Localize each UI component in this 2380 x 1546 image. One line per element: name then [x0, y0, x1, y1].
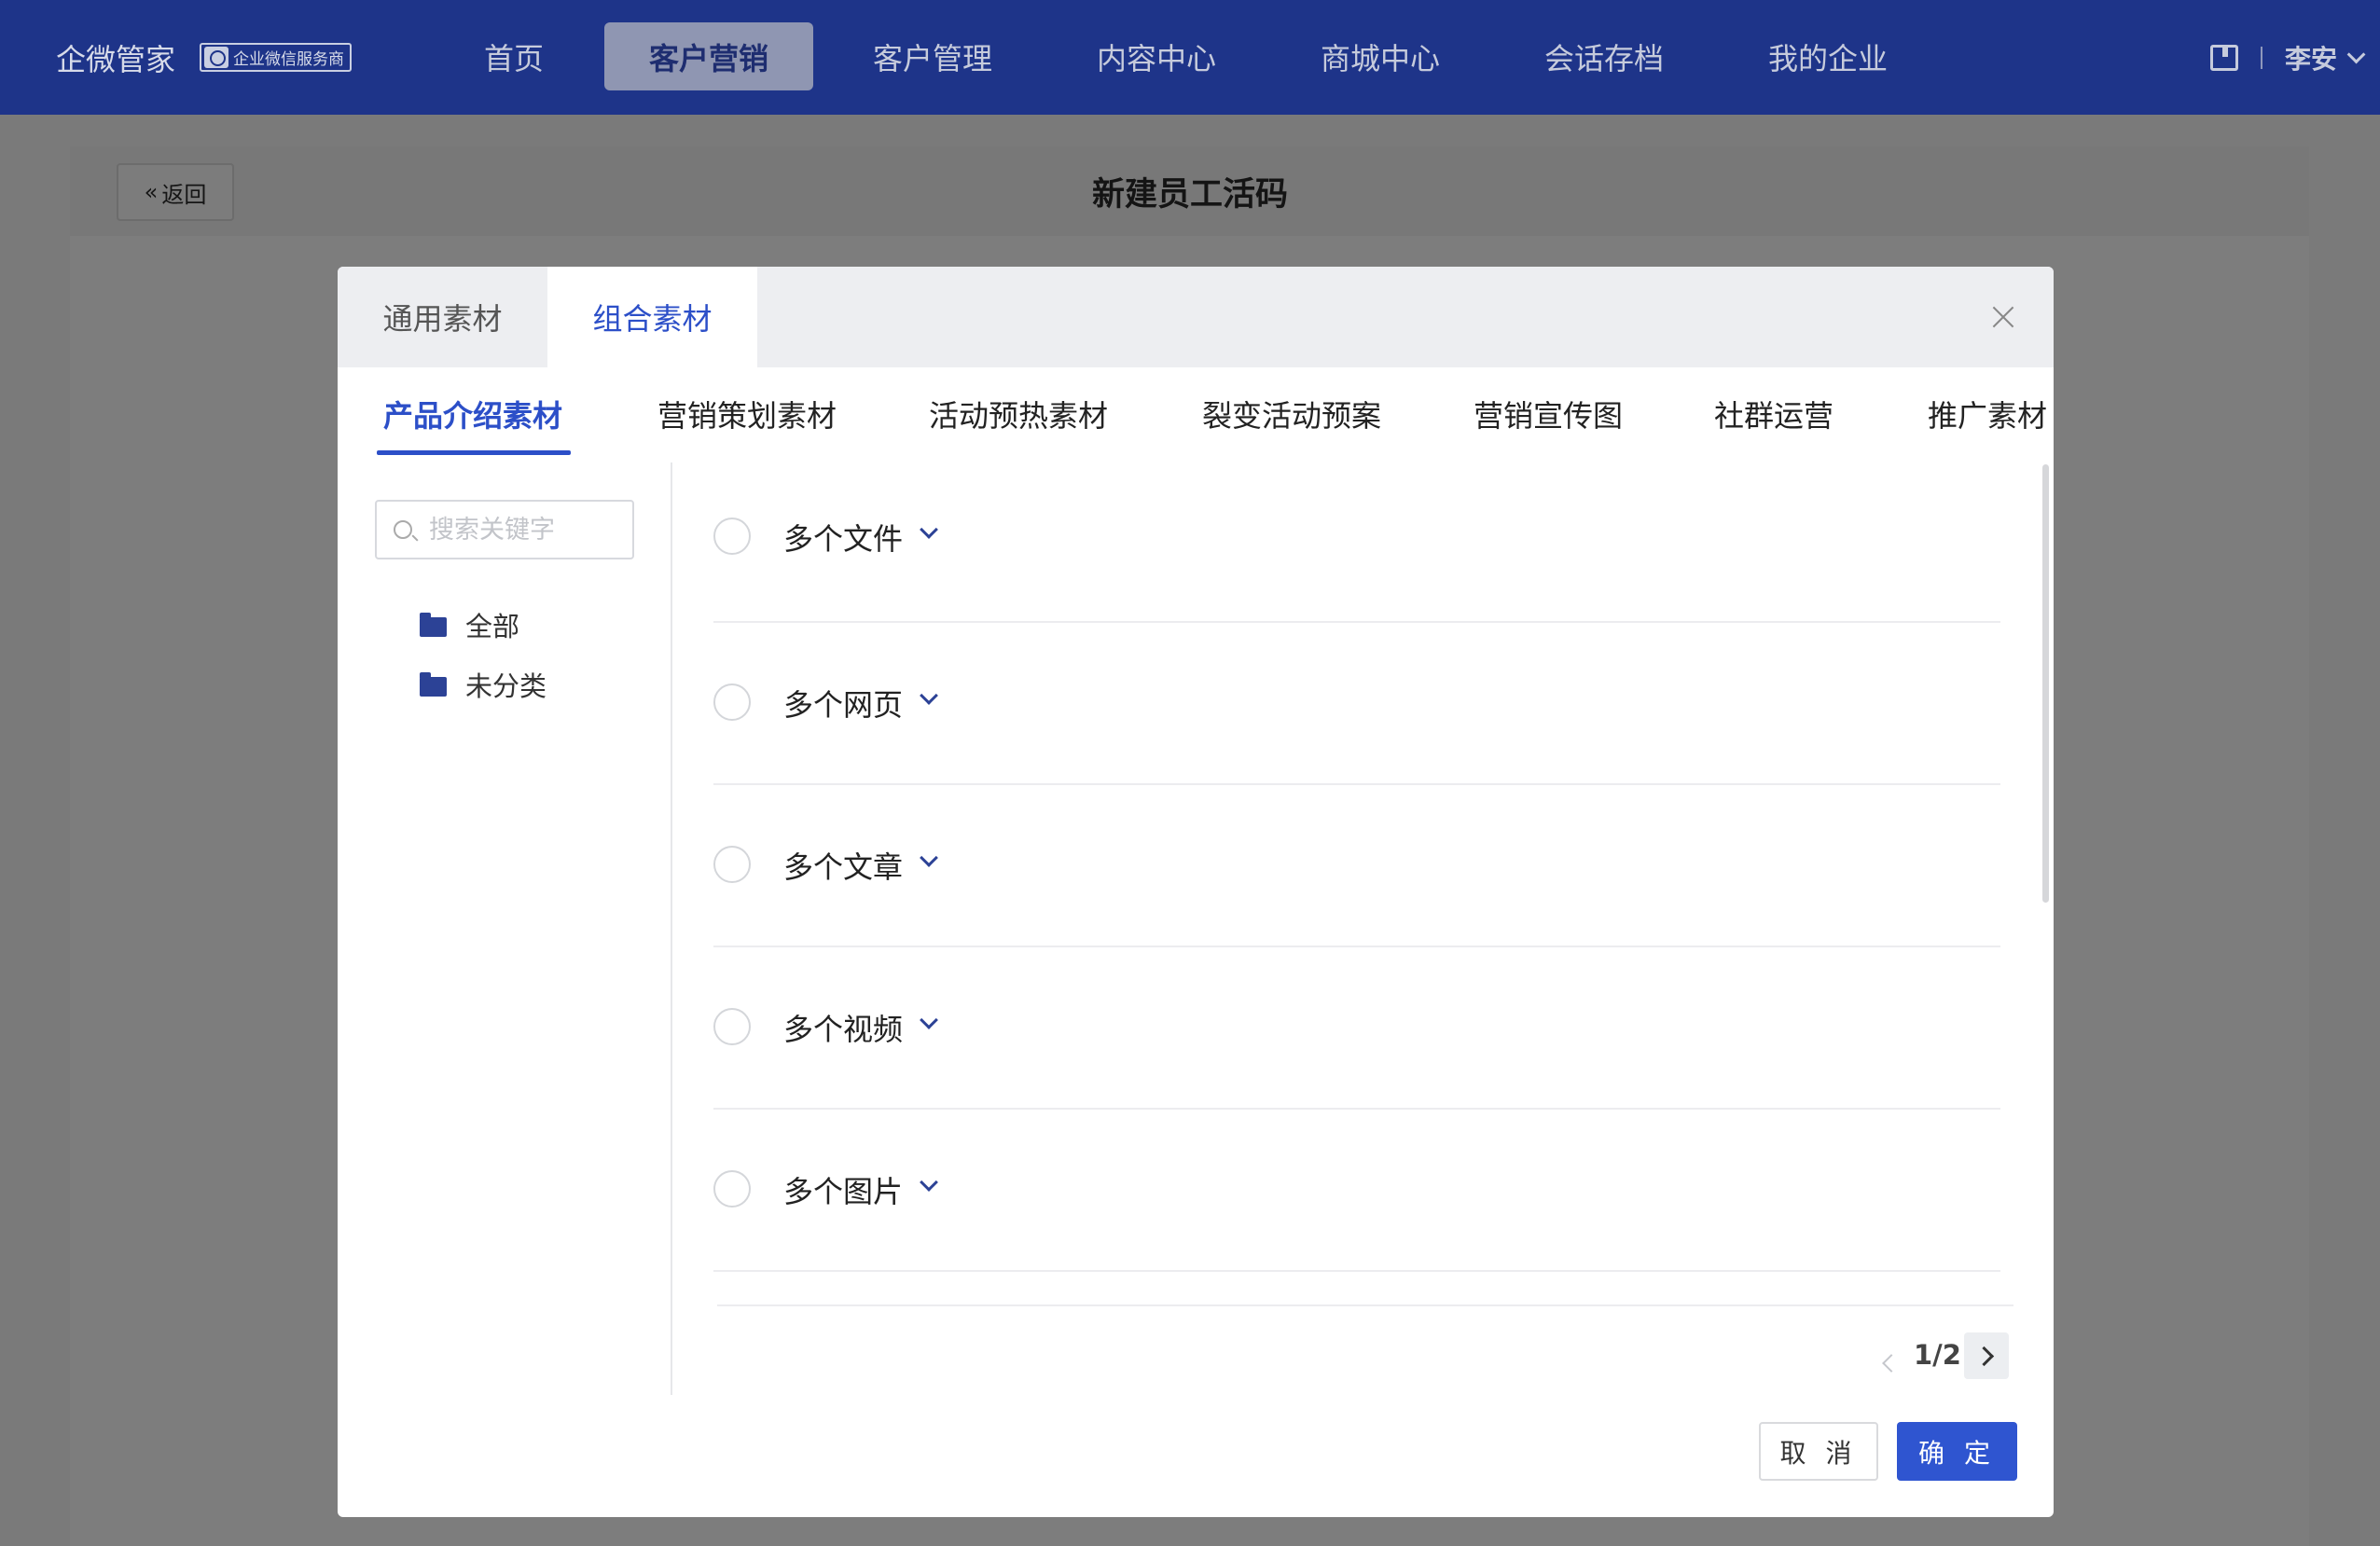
sidebar-divider — [671, 462, 672, 1395]
folder-label: 未分类 — [465, 670, 547, 702]
brand-name: 企微管家 — [56, 41, 176, 77]
list-divider — [717, 1304, 2013, 1306]
select-radio[interactable] — [713, 846, 751, 883]
material-name: 多个视频 — [783, 1012, 904, 1047]
search-input[interactable] — [429, 515, 625, 545]
top-nav-bar: 企微管家 企业微信服务商 首页 客户营销 客户管理 内容中心 商城中心 会话存档… — [0, 0, 2380, 115]
category-tab-fission-plan[interactable]: 裂变活动预案 — [1202, 367, 1381, 461]
select-radio[interactable] — [713, 1170, 751, 1208]
close-icon[interactable] — [1992, 306, 2014, 328]
pager-next-button[interactable] — [1964, 1332, 2009, 1379]
category-tab-promo-image[interactable]: 营销宣传图 — [1474, 367, 1623, 461]
book-icon[interactable] — [2209, 44, 2238, 71]
chevron-down-icon[interactable] — [920, 1173, 938, 1192]
list-item[interactable]: 多个文章 — [713, 785, 2000, 947]
user-name[interactable]: 李安 — [2285, 39, 2337, 76]
list-item[interactable]: 多个视频 — [713, 947, 2000, 1110]
nav-item-customer-marketing[interactable]: 客户营销 — [604, 22, 813, 90]
nav-item-mall-center[interactable]: 商城中心 — [1310, 22, 1450, 90]
folder-icon — [420, 671, 447, 697]
pager-indicator: 1/2 — [1914, 1339, 1961, 1371]
search-field[interactable] — [375, 500, 634, 559]
nav-item-session-archive[interactable]: 会话存档 — [1534, 22, 1674, 90]
material-name: 多个图片 — [783, 1174, 904, 1209]
folder-uncategorized[interactable]: 未分类 — [420, 665, 547, 704]
search-icon — [394, 520, 412, 539]
chevron-down-icon[interactable] — [2346, 45, 2366, 63]
chevron-down-icon[interactable] — [920, 1011, 938, 1029]
brand[interactable]: 企微管家 企业微信服务商 — [56, 0, 353, 115]
nav-item-home[interactable]: 首页 — [472, 22, 556, 90]
category-tab-product-intro[interactable]: 产品介绍素材 — [383, 367, 562, 461]
pager-prev-icon[interactable] — [1882, 1354, 1901, 1373]
category-tab-marketing-plan[interactable]: 营销策划素材 — [657, 367, 837, 461]
nav-item-my-enterprise[interactable]: 我的企业 — [1758, 22, 1898, 90]
user-area: 李安 — [2209, 0, 2366, 115]
material-name: 多个文件 — [783, 521, 904, 557]
list-item[interactable]: 多个网页 — [713, 623, 2000, 785]
folder-label: 全部 — [465, 611, 520, 642]
chat-icon — [204, 47, 229, 68]
nav-divider — [2260, 46, 2262, 69]
list-item[interactable]: 多个文件 — [713, 464, 2000, 623]
list-item[interactable]: 多个图片 — [713, 1110, 2000, 1272]
chevron-down-icon[interactable] — [920, 520, 938, 539]
folder-all[interactable]: 全部 — [420, 605, 519, 644]
category-tab-promotion[interactable]: 推广素材 — [1928, 367, 2047, 461]
material-name: 多个网页 — [783, 687, 904, 723]
material-picker-modal: 通用素材 组合素材 产品介绍素材 营销策划素材 活动预热素材 裂变活动预案 营销… — [338, 267, 2054, 1517]
page-title: 新建员工活码 — [1091, 176, 1288, 214]
badge-text: 企业微信服务商 — [233, 50, 345, 69]
tab-general-material[interactable]: 通用素材 — [338, 267, 547, 367]
confirm-button[interactable]: 确 定 — [1897, 1422, 2017, 1481]
material-name: 多个文章 — [783, 849, 904, 885]
tab-combined-material[interactable]: 组合素材 — [547, 267, 757, 367]
service-provider-badge: 企业微信服务商 — [200, 43, 353, 72]
category-tab-event-warmup[interactable]: 活动预热素材 — [929, 367, 1108, 461]
folder-icon — [420, 612, 447, 637]
select-radio[interactable] — [713, 518, 751, 555]
nav-item-customer-management[interactable]: 客户管理 — [863, 22, 1003, 90]
select-radio[interactable] — [713, 1008, 751, 1045]
category-tab-community-ops[interactable]: 社群运营 — [1714, 367, 1833, 461]
cancel-button[interactable]: 取 消 — [1759, 1422, 1878, 1481]
select-radio[interactable] — [713, 683, 751, 721]
scrollbar[interactable] — [2042, 464, 2049, 903]
modal-header: 通用素材 组合素材 — [338, 267, 2054, 367]
active-tab-indicator — [377, 450, 571, 455]
nav-item-content-center[interactable]: 内容中心 — [1086, 22, 1226, 90]
chevron-down-icon[interactable] — [920, 686, 938, 705]
chevron-down-icon[interactable] — [920, 849, 938, 867]
